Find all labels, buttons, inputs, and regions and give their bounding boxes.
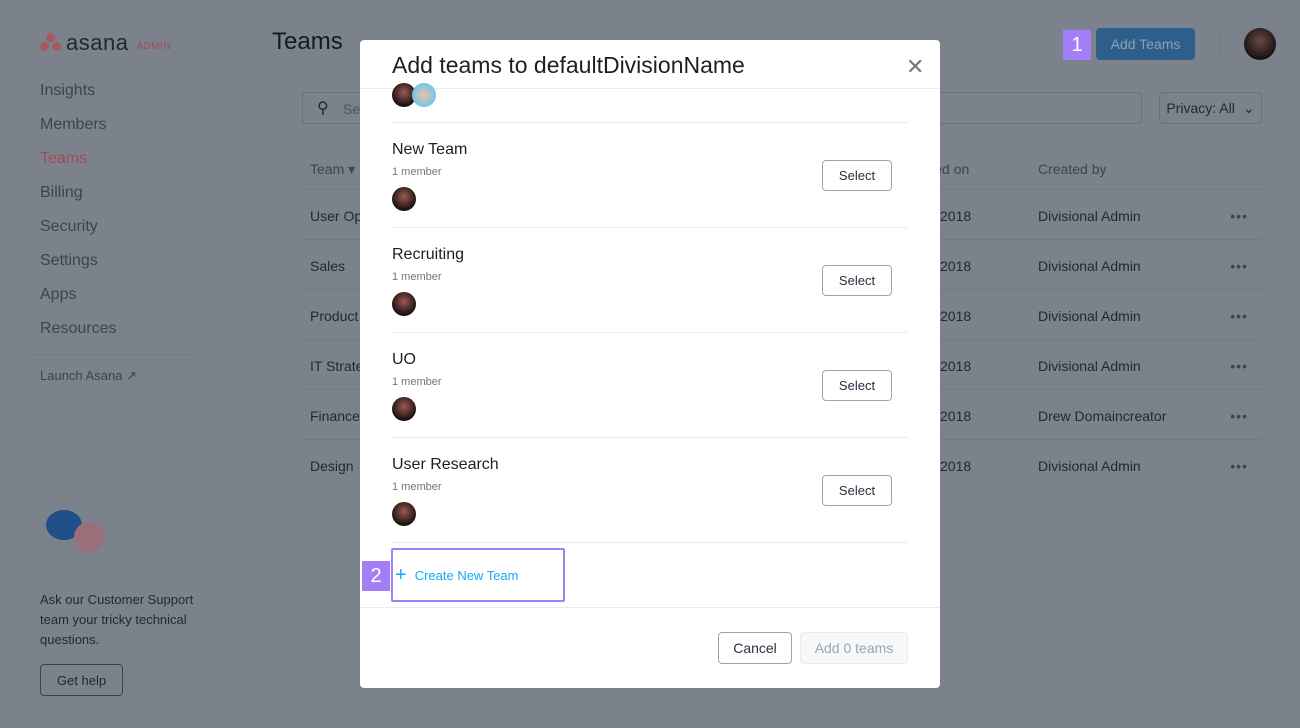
sidebar-item-members[interactable]: Members bbox=[40, 116, 107, 134]
sidebar-item-apps[interactable]: Apps bbox=[40, 286, 76, 304]
team-name: Design bbox=[310, 458, 354, 474]
sidebar-divider bbox=[32, 354, 192, 355]
privacy-label: Privacy: All bbox=[1166, 100, 1235, 116]
sidebar-item-teams[interactable]: Teams bbox=[40, 150, 87, 168]
team-name: IT Strate bbox=[310, 358, 364, 374]
add-teams-button[interactable]: Add Teams bbox=[1096, 28, 1195, 60]
team-name: Recruiting bbox=[392, 246, 465, 263]
created-by-header[interactable]: Created by bbox=[1038, 161, 1106, 177]
created-by: Divisional Admin bbox=[1038, 308, 1141, 324]
team-name: New Team bbox=[392, 141, 468, 158]
sidebar-item-security[interactable]: Security bbox=[40, 218, 98, 236]
member-avatar bbox=[412, 83, 436, 107]
team-header-label: Team bbox=[310, 161, 345, 177]
team-name: Product bbox=[310, 308, 359, 324]
add-teams-modal: Add teams to defaultDivisionName ✕ New T… bbox=[360, 40, 940, 688]
team-list-item: Recruiting 1 member Select bbox=[392, 228, 908, 333]
created-on: 2018 bbox=[940, 358, 972, 374]
close-icon[interactable]: ✕ bbox=[906, 54, 924, 80]
add-teams-submit-button[interactable]: Add 0 teams bbox=[800, 632, 908, 664]
created-by: Divisional Admin bbox=[1038, 458, 1141, 474]
created-on: 2018 bbox=[940, 258, 972, 274]
launch-label: Launch Asana bbox=[40, 368, 123, 383]
team-column-header[interactable]: Team ▾ bbox=[310, 161, 355, 178]
sidebar-item-insights[interactable]: Insights bbox=[40, 82, 95, 100]
created-on: 2018 bbox=[940, 458, 972, 474]
plus-icon: + bbox=[395, 563, 407, 586]
created-on: 2018 bbox=[940, 208, 972, 224]
asana-dots-icon bbox=[40, 33, 62, 53]
header-divider bbox=[360, 88, 940, 89]
logo-admin-badge: ADMIN bbox=[136, 40, 172, 52]
more-options-icon[interactable]: ••• bbox=[1230, 358, 1248, 374]
member-avatar bbox=[392, 397, 416, 421]
sidebar-item-settings[interactable]: Settings bbox=[40, 252, 98, 270]
header-divider bbox=[1220, 28, 1221, 60]
created-on: 2018 bbox=[940, 408, 972, 424]
team-name: User Op bbox=[310, 208, 363, 224]
member-avatar bbox=[392, 292, 416, 316]
member-count: 1 member bbox=[392, 481, 442, 493]
more-options-icon[interactable]: ••• bbox=[1230, 408, 1248, 424]
chevron-down-icon: ⌄ bbox=[1242, 99, 1255, 116]
select-team-button[interactable]: Select bbox=[822, 370, 892, 401]
external-link-icon: ↗ bbox=[126, 368, 137, 383]
support-text: Ask our Customer Support team your trick… bbox=[40, 592, 194, 647]
member-count: 1 member bbox=[392, 271, 442, 283]
user-avatar[interactable] bbox=[1244, 28, 1276, 60]
team-name: UO bbox=[392, 351, 416, 368]
team-name: Finance bbox=[310, 408, 360, 424]
page-title: Teams bbox=[272, 28, 343, 55]
sidebar-item-billing[interactable]: Billing bbox=[40, 184, 83, 202]
created-by: Divisional Admin bbox=[1038, 258, 1141, 274]
select-team-button[interactable]: Select bbox=[822, 265, 892, 296]
sort-down-icon: ▾ bbox=[348, 161, 356, 177]
logo-text: asana bbox=[66, 30, 129, 55]
select-team-button[interactable]: Select bbox=[822, 475, 892, 506]
divider bbox=[392, 542, 908, 543]
annotation-badge-1: 1 bbox=[1063, 30, 1091, 60]
asana-logo[interactable]: asana ADMIN bbox=[40, 30, 171, 56]
chat-bubbles-icon bbox=[46, 510, 106, 555]
more-options-icon[interactable]: ••• bbox=[1230, 208, 1248, 224]
sidebar-item-resources[interactable]: Resources bbox=[40, 320, 116, 338]
get-help-button[interactable]: Get help bbox=[40, 664, 123, 696]
select-team-button[interactable]: Select bbox=[822, 160, 892, 191]
create-label: Create New Team bbox=[414, 567, 519, 583]
team-name: Sales bbox=[310, 258, 346, 274]
team-name: User Research bbox=[392, 456, 499, 473]
member-count: 1 member bbox=[392, 166, 442, 178]
member-avatar bbox=[392, 187, 416, 211]
launch-asana-link[interactable]: Launch Asana ↗ bbox=[40, 368, 137, 384]
member-count: 1 member bbox=[392, 376, 442, 388]
more-options-icon[interactable]: ••• bbox=[1230, 258, 1248, 274]
team-list-item: UO 1 member Select bbox=[392, 333, 908, 438]
created-by: Drew Domaincreator bbox=[1038, 408, 1167, 424]
cancel-button[interactable]: Cancel bbox=[718, 632, 792, 664]
more-options-icon[interactable]: ••• bbox=[1230, 458, 1248, 474]
member-avatar bbox=[392, 502, 416, 526]
modal-title: Add teams to defaultDivisionName bbox=[392, 52, 745, 78]
search-icon: ⚲ bbox=[317, 100, 329, 117]
annotation-badge-2: 2 bbox=[362, 561, 390, 591]
privacy-dropdown[interactable]: Privacy: All ⌄ bbox=[1159, 92, 1262, 124]
team-list-item: New Team 1 member Select bbox=[392, 123, 908, 228]
created-by: Divisional Admin bbox=[1038, 208, 1141, 224]
created-on: 2018 bbox=[940, 308, 972, 324]
more-options-icon[interactable]: ••• bbox=[1230, 308, 1248, 324]
created-by: Divisional Admin bbox=[1038, 358, 1141, 374]
team-list-item: User Research 1 member Select bbox=[392, 438, 908, 543]
create-new-team-button[interactable]: + Create New Team bbox=[391, 548, 565, 602]
footer-divider bbox=[360, 607, 940, 608]
